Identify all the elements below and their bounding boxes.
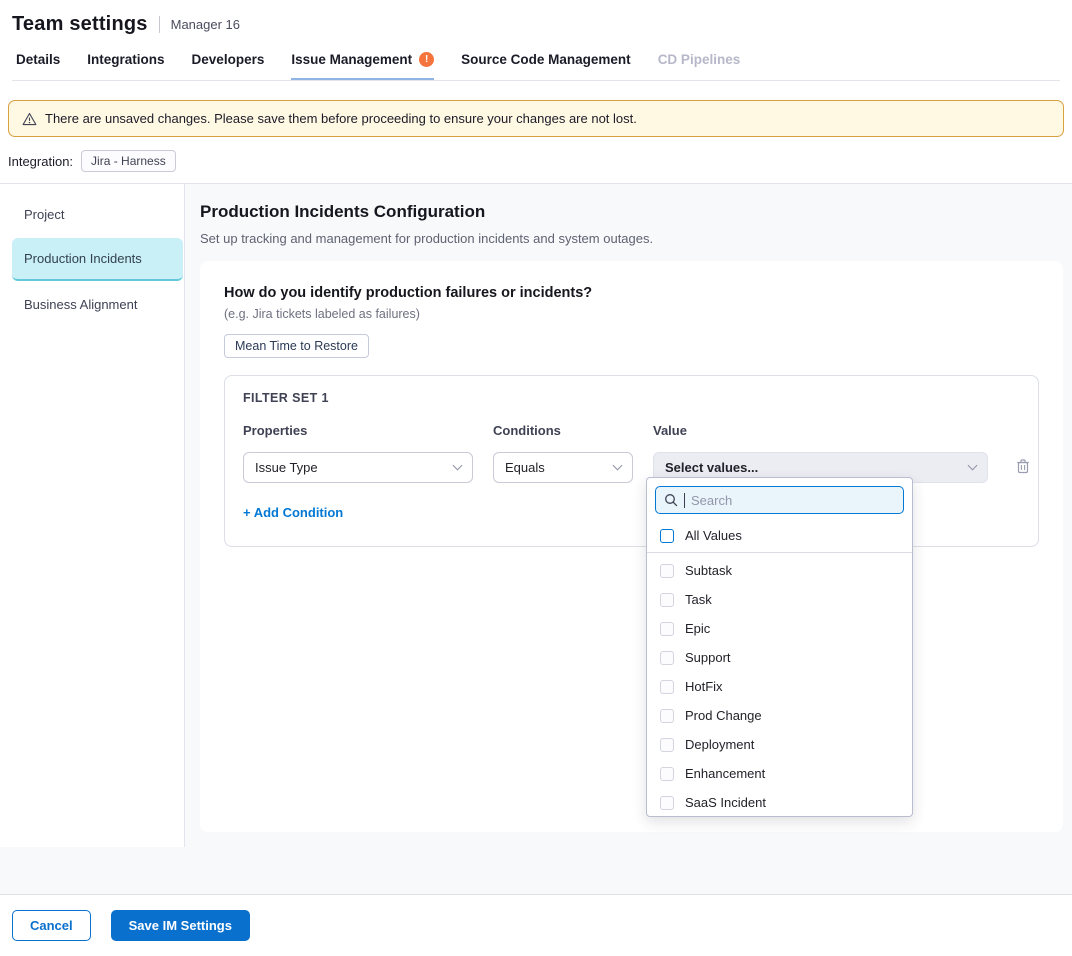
filter-set-title: FILTER SET 1 [243, 391, 1020, 405]
option-label: SaaS Incident [685, 795, 766, 810]
integration-label: Integration: [8, 154, 73, 169]
footer: Cancel Save IM Settings [0, 895, 1072, 956]
checkbox[interactable] [660, 709, 674, 723]
list-item[interactable]: Task [647, 585, 912, 614]
option-label: Task [685, 592, 712, 607]
checkbox[interactable] [660, 564, 674, 578]
metric-chip-mttr[interactable]: Mean Time to Restore [224, 334, 369, 358]
list-item[interactable]: Deployment [647, 730, 912, 759]
spacer [1008, 423, 1038, 452]
tab-integrations[interactable]: Integrations [87, 52, 164, 80]
list-item[interactable]: Prod Change [647, 701, 912, 730]
warning-icon [22, 112, 37, 126]
properties-select[interactable]: Issue Type [243, 452, 473, 483]
alert-badge-icon: ! [419, 52, 434, 67]
section-title: Production Incidents Configuration [200, 202, 1063, 222]
tab-label: Integrations [87, 52, 164, 67]
question-hint: (e.g. Jira tickets labeled as failures) [224, 307, 1039, 321]
option-label: Prod Change [685, 708, 762, 723]
checkbox[interactable] [660, 680, 674, 694]
option-label: Enhancement [685, 766, 765, 781]
trash-icon [1015, 458, 1031, 475]
sidebar-item-production-incidents[interactable]: Production Incidents [12, 238, 183, 281]
checkbox[interactable] [660, 622, 674, 636]
integration-chip[interactable]: Jira - Harness [81, 150, 176, 172]
checkbox[interactable] [660, 651, 674, 665]
option-label: Deployment [685, 737, 754, 752]
sidebar: Project Production Incidents Business Al… [0, 184, 185, 847]
main-panel: Production Incidents Configuration Set u… [185, 184, 1072, 847]
column-header-value: Value [653, 423, 988, 438]
question-heading: How do you identify production failures … [224, 285, 1039, 301]
properties-select-value: Issue Type [255, 460, 454, 475]
tab-cd-pipelines: CD Pipelines [658, 52, 741, 80]
tab-developers[interactable]: Developers [192, 52, 265, 80]
option-label: Epic [685, 621, 710, 636]
checkbox[interactable] [660, 529, 674, 543]
checkbox[interactable] [660, 738, 674, 752]
sidebar-item-business-alignment[interactable]: Business Alignment [0, 284, 184, 325]
option-all-values[interactable]: All Values [647, 521, 912, 553]
cancel-button[interactable]: Cancel [12, 910, 91, 941]
search-input[interactable]: Search [655, 486, 904, 514]
list-item[interactable]: Epic [647, 614, 912, 643]
delete-filter-button[interactable] [1008, 456, 1038, 480]
content: Project Production Incidents Business Al… [0, 184, 1072, 847]
value-select-placeholder: Select values... [665, 460, 969, 475]
list-item[interactable]: Enhancement [647, 759, 912, 788]
chevron-down-icon [453, 461, 463, 471]
option-label: All Values [685, 528, 742, 543]
tabbar: Details Integrations Developers Issue Ma… [12, 52, 1060, 81]
value-select-dropdown: Search All Values Subtask [646, 477, 913, 817]
dropdown-search-wrap: Search [647, 478, 912, 521]
checkbox[interactable] [660, 796, 674, 810]
tab-label: Source Code Management [461, 52, 631, 67]
banner-text: There are unsaved changes. Please save t… [45, 111, 637, 126]
list-item[interactable]: HotFix [647, 672, 912, 701]
tab-details[interactable]: Details [16, 52, 60, 80]
sidebar-item-project[interactable]: Project [0, 194, 184, 235]
integration-row: Integration: Jira - Harness [8, 150, 1064, 172]
value-options-list: Subtask Task Epic [647, 553, 912, 816]
save-im-settings-button[interactable]: Save IM Settings [111, 910, 250, 941]
checkbox[interactable] [660, 767, 674, 781]
column-header-properties: Properties [243, 423, 473, 438]
section-subtitle: Set up tracking and management for produ… [200, 231, 1063, 246]
conditions-select[interactable]: Equals [493, 452, 633, 483]
tab-label: Developers [192, 52, 265, 67]
page-header: Team settings Manager 16 Details Integra… [0, 0, 1072, 81]
filter-grid: Properties Conditions Value Issue Type E… [243, 423, 1020, 483]
conditions-select-value: Equals [505, 460, 614, 475]
list-item[interactable]: SaaS Incident [647, 788, 912, 816]
unsaved-changes-banner: There are unsaved changes. Please save t… [8, 100, 1064, 137]
tab-label: CD Pipelines [658, 52, 741, 67]
add-condition-button[interactable]: + Add Condition [243, 505, 343, 520]
search-icon [664, 493, 678, 507]
tab-label: Details [16, 52, 60, 67]
list-item[interactable]: Support [647, 643, 912, 672]
configuration-card: How do you identify production failures … [200, 261, 1063, 832]
option-label: Subtask [685, 563, 732, 578]
bottom-strip [0, 847, 1072, 895]
column-header-conditions: Conditions [493, 423, 633, 438]
tab-issue-management[interactable]: Issue Management ! [291, 52, 434, 80]
list-item[interactable]: Subtask [647, 556, 912, 585]
search-placeholder: Search [691, 493, 732, 508]
text-caret [684, 493, 685, 508]
page-subtitle: Manager 16 [159, 16, 240, 33]
tab-source-code-management[interactable]: Source Code Management [461, 52, 631, 80]
chevron-down-icon [613, 461, 623, 471]
chevron-down-icon [968, 461, 978, 471]
option-label: Support [685, 650, 731, 665]
checkbox[interactable] [660, 593, 674, 607]
option-label: HotFix [685, 679, 723, 694]
filter-set-panel: FILTER SET 1 Properties Conditions Value… [224, 375, 1039, 547]
tab-label: Issue Management [291, 52, 412, 67]
title-row: Team settings Manager 16 [12, 13, 1060, 36]
page-title: Team settings [12, 13, 148, 36]
